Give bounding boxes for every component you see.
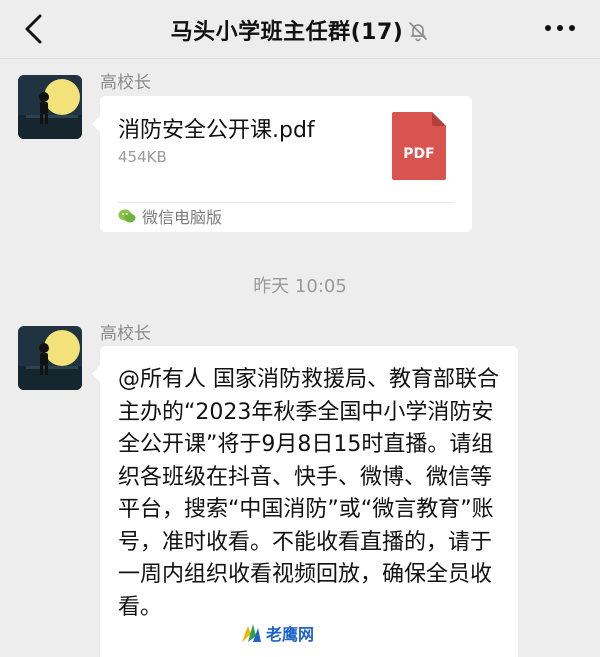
file-size: 454KB [118, 148, 167, 166]
chat-title-wrap: 马头小学班主任群(17) [0, 14, 600, 46]
watermark-logo-icon [242, 624, 261, 642]
bell-off-icon [409, 22, 428, 42]
message-timestamp: 昨天 10:05 [253, 276, 347, 297]
sender-name: 高校长 [100, 324, 151, 344]
chat-title: 马头小学班主任群(17) [170, 20, 404, 45]
avatar-image [18, 75, 82, 139]
sender-name: 高校长 [100, 73, 151, 93]
message-text: @所有人 国家消防救援局、教育部联合主办的“2023年秋季全国中小学消防安全公开… [118, 367, 499, 620]
avatar[interactable] [18, 326, 82, 390]
file-name: 消防安全公开课.pdf [118, 118, 315, 143]
text-message[interactable]: @所有人 国家消防救援局、教育部联合主办的“2023年秋季全国中小学消防安全公开… [92, 346, 518, 657]
pdf-icon-label: PDF [403, 146, 435, 162]
file-source-label: 微信电脑版 [142, 208, 223, 227]
more-dots-icon [545, 25, 575, 31]
watermark: 老鹰网 [240, 618, 314, 648]
avatar-image [18, 326, 82, 390]
pdf-file-icon: PDF [392, 112, 446, 180]
divider [118, 202, 454, 203]
wechat-icon [118, 209, 136, 223]
watermark-text: 老鹰网 [266, 625, 315, 644]
file-message[interactable]: 消防安全公开课.pdf 454KB PDF 微信电脑版 [92, 96, 472, 232]
avatar[interactable] [18, 75, 82, 139]
chat-header: 马头小学班主任群(17) [0, 0, 600, 59]
more-button[interactable] [542, 18, 578, 38]
file-source: 微信电脑版 [118, 204, 222, 228]
chat-screen: 马头小学班主任群(17) 高校长 消防安全公开课.pdf 454KB PDF 微… [0, 0, 600, 657]
